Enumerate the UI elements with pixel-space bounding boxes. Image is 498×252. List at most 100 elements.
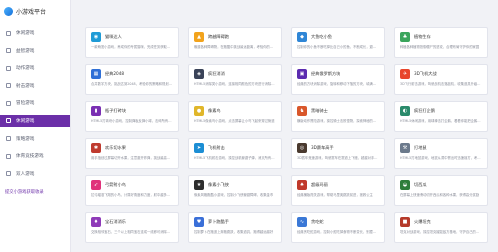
- sidebar-item[interactable]: 动作游戏: [0, 62, 70, 74]
- game-title: 欢乐切水果: [105, 145, 126, 150]
- sidebar-item[interactable]: 益智游戏: [0, 45, 70, 57]
- game-title: 萝卜跑酷手: [208, 219, 229, 224]
- game-card[interactable]: ♥ 萝卜跑酷手控制萝卜在跑道上奔跑跳跃，收集道具，跑得越远越好: [188, 212, 282, 243]
- sidebar-item[interactable]: 射击游戏: [0, 80, 70, 92]
- game-description: 合并数字方块，挑战达到2048，考验你的策略和规划能力: [91, 82, 173, 86]
- game-card[interactable]: ◎ 3D赛车高手 3D赛车竞速游戏，驾驶赛车在赛道上飞驰，超越对手夺冠: [291, 138, 385, 169]
- game-description: 3D赛车竞速游戏，驾驶赛车在赛道上飞驰，超越对手夺冠: [297, 156, 379, 160]
- game-description: 经典的方块消除游戏，旋转和移动下落的方块，填满整行消除: [297, 82, 379, 86]
- sidebar-item[interactable]: 冒险游戏: [0, 97, 70, 109]
- game-description: 经典贪吃蛇游戏，控制小蛇吃掉食物不断变长，别撞到自己: [297, 230, 379, 234]
- game-card[interactable]: ➶ 弓箭射小鸟拉弓瞄准飞翔的小鸟，计算好角度和力度，射中越多得分越高: [85, 175, 179, 206]
- game-description: HTML5休闲游戏，用球棒击打企鹅，看看你能把企鹅打多远: [400, 119, 482, 123]
- game-card[interactable]: ♦ 宝石消消乐交换相邻宝石，三个以上相同宝石连成一线即可消除得分: [85, 212, 179, 243]
- sidebar-item-label: 休闲游戏: [16, 31, 35, 36]
- plant-icon: ♣: [400, 32, 410, 42]
- game-card[interactable]: ∿ 贪吃蛇经典贪吃蛇游戏，控制小蛇吃掉食物不断变长，别撞到自己: [291, 212, 385, 243]
- blocks-icon: ▣: [297, 69, 307, 79]
- bow-icon: ➶: [91, 180, 101, 190]
- game-description: 拉弓瞄准飞翔的小鸟，计算好角度和力度，射中越多得分越高: [91, 193, 173, 197]
- logo[interactable]: 小游戏平台: [0, 1, 70, 21]
- game-card[interactable]: ▣ 经典俄罗斯方块经典的方块消除游戏，旋转和移动下落的方块，填满整行消除: [291, 64, 385, 95]
- users-icon: [6, 171, 11, 177]
- game-title: 打地鼠: [414, 145, 427, 150]
- game-title: 宝石消消乐: [105, 219, 126, 224]
- game-title: 弓箭射小鸟: [105, 182, 126, 187]
- game-card[interactable]: ▦ 经典2048 合并数字方块，挑战达到2048，考验你的策略和规划能力: [85, 64, 179, 95]
- game-description: HTML5像素鸟小游戏，点击屏幕让小鸟飞起来穿过管道: [194, 119, 275, 123]
- game-card[interactable]: ✱ 欢乐切水果 用手指划过屏幕切开水果，注意避开炸弹，挑战最高连击分数: [85, 138, 179, 169]
- sidebar-item-label: 体育竞技游戏: [16, 154, 44, 160]
- game-card[interactable]: ◆ 大鱼吃小鱼 控制你的小鱼不断吃掉比自己小的鱼，不断成长，避开大鱼: [291, 27, 385, 58]
- action-icon: [6, 65, 11, 71]
- game-description: 种植各种植物抵御僵尸的进攻，合理布局守护你的家园: [400, 45, 480, 49]
- game-description: HTML5消除类小游戏，连接相同颜色的方块进行消除得分: [194, 82, 276, 86]
- submit-game-link[interactable]: 提交小游戏获取收录: [5, 189, 68, 195]
- game-title: 3D飞机大战: [414, 71, 437, 76]
- game-description: 3D飞行射击游戏，驾驶战机击落敌机，收集道具升级武器: [400, 82, 482, 86]
- sidebar-item[interactable]: 策略游戏: [0, 133, 70, 145]
- game-title: 3D赛车高手: [311, 145, 334, 150]
- bottle-icon: ▮: [91, 106, 101, 116]
- gamepad-icon: [6, 118, 11, 124]
- game-description: 用手指划过屏幕切开水果，注意避开炸弹，挑战最高连击分数: [91, 156, 173, 160]
- knight-icon: ♞: [297, 106, 307, 116]
- jet-icon: ➤: [194, 143, 204, 153]
- game-description: 一款萌宠小游戏，养成你的专属猫咪，完成任务获取奖励: [91, 45, 173, 49]
- game-card[interactable]: ⚒ 打地鼠 HTML5打地鼠游戏，地鼠从洞中冒出时迅速敲打，考验手速: [394, 138, 488, 169]
- app-title: 小游戏平台: [16, 8, 47, 16]
- game-card[interactable]: ➤ 飞机射击 HTML5飞机射击游戏，操控战机躲避子弹，消灭所有敌机: [188, 138, 282, 169]
- tiles-icon: ▦: [91, 69, 101, 79]
- snake-icon: ∿: [297, 217, 307, 227]
- game-title: 瓶子打砖块: [105, 108, 126, 113]
- jewel-icon: ♦: [91, 217, 101, 227]
- game-title: 超级玛丽: [311, 182, 328, 187]
- game-card[interactable]: ♣ 植物生存种植各种植物抵御僵尸的进攻，合理布局守护你的家园: [394, 27, 488, 58]
- game-title: 火爆坦克: [414, 219, 431, 224]
- game-title: 经典2048: [105, 71, 125, 76]
- game-card[interactable]: ■ 火爆坦克 坦克对战游戏，操控坦克摧毁敌方基地，守护自己的阵地: [394, 212, 488, 243]
- game-title: 贪吃蛇: [311, 219, 324, 224]
- game-card[interactable]: ♞ 黑暗骑士 横版动作冒险游戏，操控骑士击败怪物，探索神秘的城堡: [291, 101, 385, 132]
- game-title: 经典俄罗斯方块: [311, 71, 341, 76]
- sidebar-item[interactable]: 双人游戏: [0, 168, 70, 180]
- sidebar-item[interactable]: 体育竞技游戏: [0, 150, 70, 162]
- cat-icon: ◉: [91, 32, 101, 42]
- game-title: 疯狂打企鹅: [414, 108, 435, 113]
- game-card[interactable]: ▮ 瓶子打砖块 HTML5打砖块小游戏，控制弹板反弹小球，击碎所有砖块过关: [85, 101, 179, 132]
- game-card[interactable]: ◐ 疯狂打企鹅 HTML5休闲游戏，用球棒击打企鹅，看看你能把企鹅打多远: [394, 101, 488, 132]
- game-title: 植物生存: [414, 34, 431, 39]
- game-description: 在屏幕上快速滑动切开西瓜和各种水果，获得高分奖励: [400, 193, 480, 197]
- logo-icon: [4, 6, 13, 16]
- sidebar-item-label: 双人游戏: [16, 171, 35, 177]
- game-card[interactable]: ♠ 超级玛丽 经典横版闯关游戏，帮助马里奥跳跃前进，拯救公主: [291, 175, 385, 206]
- game-description: 像素风格跑酷小游戏，控制小飞侠躲避障碍，收集金币: [194, 193, 274, 197]
- game-card[interactable]: ◉ 猫咪达人 一款萌宠小游戏，养成你的专属猫咪，完成任务获取奖励: [85, 27, 179, 58]
- sidebar-item-label: 射击游戏: [16, 83, 35, 89]
- trophy-icon: [6, 153, 11, 159]
- game-title: 大鱼吃小鱼: [311, 34, 332, 39]
- game-title: 像素小飞侠: [208, 182, 229, 187]
- game-card[interactable]: ★ 像素小飞侠 像素风格跑酷小游戏，控制小飞侠躲避障碍，收集金币: [188, 175, 282, 206]
- game-card[interactable]: ● 像素鸟 HTML5像素鸟小游戏，点击屏幕让小鸟飞起来穿过管道: [188, 101, 282, 132]
- game-description: 交换相邻宝石，三个以上相同宝石连成一线即可消除得分: [91, 230, 173, 234]
- sidebar-item[interactable]: 休闲游戏: [0, 114, 70, 127]
- sidebar-item[interactable]: 休闲游戏: [0, 27, 70, 39]
- carrot-icon: ♥: [194, 217, 204, 227]
- compass-icon: [6, 100, 11, 106]
- game-card[interactable]: ✈ 3D飞机大战 3D飞行射击游戏，驾驶战机击落敌机，收集道具升级武器: [394, 64, 488, 95]
- sidebar-nav: 休闲游戏 益智游戏 动作游戏 射击游戏 冒险游戏 休闲游戏 策略游戏 体育竞技游戏 双人游戏: [0, 27, 70, 180]
- game-card[interactable]: ▲ 跨越障碍跑 躲避各种障碍物，在跑酷中挑战最远距离，考验你的反应速度: [188, 27, 282, 58]
- game-card[interactable]: ◒ 切西瓜 在屏幕上快速滑动切开西瓜和各种水果，获得高分奖励: [394, 175, 488, 206]
- penguin-icon: ◐: [400, 106, 410, 116]
- game-card[interactable]: ◈ 疯狂消消 HTML5消除类小游戏，连接相同颜色的方块进行消除得分: [188, 64, 282, 95]
- sidebar: 小游戏平台 休闲游戏 益智游戏 动作游戏 射击游戏 冒险游戏 休闲游戏 策略游戏 体育竞技游戏…: [0, 0, 71, 252]
- game-title: 飞机射击: [208, 145, 225, 150]
- game-description: HTML5飞机射击游戏，操控战机躲避子弹，消灭所有敌机: [194, 156, 276, 160]
- melon-icon: ◒: [400, 180, 410, 190]
- gem-icon: ◈: [194, 69, 204, 79]
- car-icon: ◎: [297, 143, 307, 153]
- game-description: 控制萝卜在跑道上奔跑跳跃，收集道具，跑得越远越好: [194, 230, 274, 234]
- puzzle-icon: [6, 48, 11, 54]
- strategy-icon: [6, 136, 11, 142]
